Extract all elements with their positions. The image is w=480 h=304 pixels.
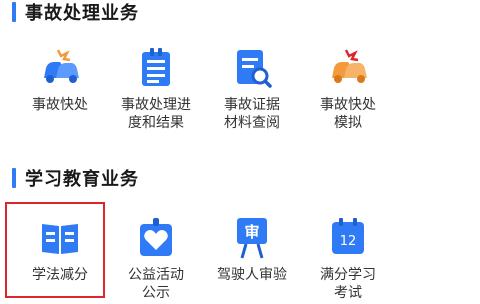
heart-hands-icon	[140, 218, 172, 256]
section-header-education: 学习教育业务	[12, 166, 139, 190]
open-book-icon	[42, 224, 78, 254]
service-label: 公益活动 公示	[128, 267, 184, 301]
service-label: 驾驶人审验	[217, 267, 287, 283]
section-accent-bar	[12, 2, 16, 22]
service-accident-simulation[interactable]: 事故快处 模拟	[300, 44, 396, 134]
service-label: 事故快处	[32, 97, 88, 113]
service-driver-review[interactable]: 审 驾驶人审验	[204, 214, 300, 304]
section-header-accident: 事故处理业务	[12, 0, 139, 24]
service-accident-quick[interactable]: 事故快处	[12, 44, 108, 134]
calendar-icon-number: 12	[340, 234, 357, 249]
service-charity[interactable]: 公益活动 公示	[108, 214, 204, 304]
car-crash-orange-icon	[332, 49, 367, 83]
car-crash-icon	[44, 49, 79, 83]
review-board-icon: 审	[237, 218, 267, 259]
service-label: 事故证据 材料查阅	[224, 97, 280, 131]
service-accident-progress[interactable]: 事故处理进 度和结果	[108, 44, 204, 134]
document-search-icon	[237, 50, 272, 88]
review-icon-glyph: 审	[244, 223, 259, 241]
service-accident-evidence[interactable]: 事故证据 材料查阅	[204, 44, 300, 134]
service-label: 事故处理进 度和结果	[121, 97, 191, 131]
document-list-icon	[142, 48, 170, 86]
service-full-score-exam[interactable]: 12 满分学习 考试	[300, 214, 396, 304]
service-label: 学法减分	[32, 267, 88, 283]
section-title: 事故处理业务	[25, 3, 139, 24]
section-title: 学习教育业务	[25, 169, 139, 190]
calendar-12-icon: 12	[332, 218, 364, 254]
service-label: 满分学习 考试	[320, 267, 376, 301]
service-label: 事故快处 模拟	[320, 97, 376, 131]
section-accent-bar	[12, 168, 16, 188]
service-study-points[interactable]: 学法减分	[12, 214, 108, 304]
